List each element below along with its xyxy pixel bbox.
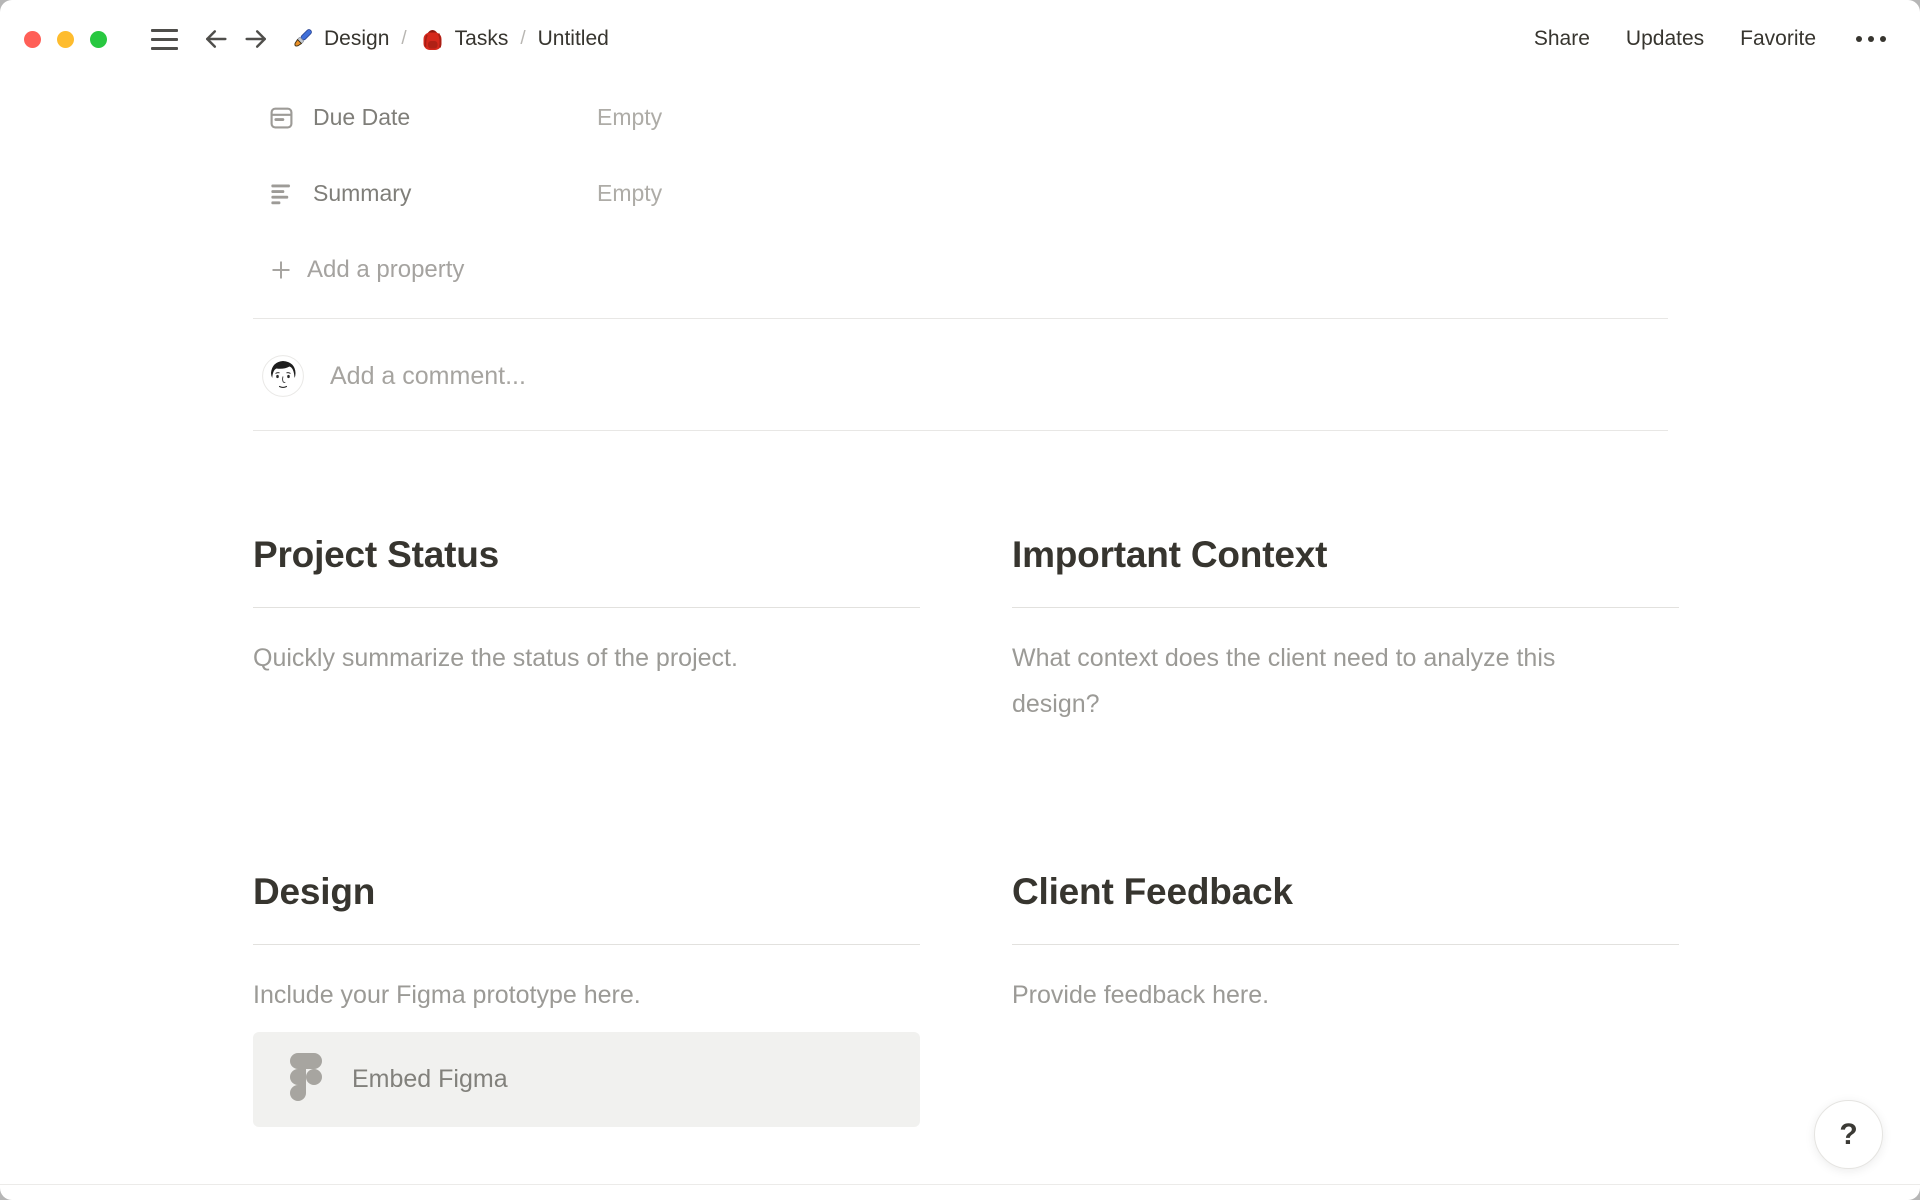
section-project-status: Project Status Quickly summarize the sta…: [253, 533, 920, 681]
property-label: Due Date: [313, 103, 411, 130]
section-important-context: Important Context What context does the …: [1012, 533, 1679, 727]
backpack-icon: [419, 26, 446, 53]
property-row-due-date[interactable]: Due Date Empty: [253, 97, 662, 137]
updates-button[interactable]: Updates: [1626, 27, 1704, 51]
section-body[interactable]: What context does the client need to ana…: [1012, 635, 1557, 727]
forward-icon[interactable]: [242, 25, 270, 53]
share-button[interactable]: Share: [1534, 27, 1590, 51]
breadcrumb-item-untitled[interactable]: Untitled: [538, 27, 609, 51]
favorite-button[interactable]: Favorite: [1740, 27, 1816, 51]
section-client-feedback: Client Feedback Provide feedback here.: [1012, 870, 1679, 1018]
paintbrush-icon: [288, 26, 315, 53]
divider: [253, 430, 1668, 431]
section-divider: [1012, 607, 1679, 608]
zoom-window-button[interactable]: [90, 30, 107, 48]
back-icon[interactable]: [202, 25, 230, 53]
section-body[interactable]: Include your Figma prototype here.: [253, 972, 798, 1018]
breadcrumb-separator: /: [401, 28, 407, 49]
topbar-actions: Share Updates Favorite: [1534, 27, 1890, 51]
embed-figma-label: Embed Figma: [352, 1065, 508, 1093]
breadcrumb-item-design[interactable]: Design: [288, 26, 389, 53]
embed-figma-button[interactable]: Embed Figma: [253, 1032, 920, 1127]
breadcrumb-label: Tasks: [454, 27, 509, 50]
section-body[interactable]: Provide feedback here.: [1012, 972, 1557, 1018]
add-property-button[interactable]: Add a property: [253, 251, 464, 289]
comment-row: [253, 353, 1232, 399]
section-design: Design Include your Figma prototype here…: [253, 870, 920, 1127]
breadcrumb-label: Design: [324, 27, 390, 50]
add-comment-input[interactable]: [328, 360, 1232, 392]
breadcrumb: Design / Tasks / Untitled: [288, 26, 609, 53]
minimize-window-button[interactable]: [57, 30, 74, 48]
section-divider: [1012, 944, 1679, 945]
divider: [253, 318, 1668, 319]
figma-icon: [290, 1053, 322, 1106]
align-left-icon: [268, 180, 295, 207]
notion-window: Design / Tasks / Untitled Share Updates …: [0, 0, 1920, 1200]
section-title[interactable]: Client Feedback: [1012, 870, 1679, 914]
breadcrumb-separator: /: [520, 28, 526, 49]
section-title[interactable]: Design: [253, 870, 920, 914]
close-window-button[interactable]: [24, 30, 41, 48]
ellipsis-menu-icon[interactable]: [1852, 32, 1890, 46]
section-title[interactable]: Project Status: [253, 533, 920, 577]
calendar-icon: [268, 104, 295, 131]
top-bar: Design / Tasks / Untitled Share Updates …: [0, 10, 1920, 68]
property-value[interactable]: Empty: [597, 104, 662, 131]
window-controls: [24, 30, 107, 48]
sidebar-toggle-icon[interactable]: [151, 28, 178, 50]
section-divider: [253, 607, 920, 608]
section-title[interactable]: Important Context: [1012, 533, 1679, 577]
user-avatar: [262, 355, 304, 397]
section-divider: [253, 944, 920, 945]
add-property-label: Add a property: [307, 256, 465, 283]
property-label: Summary: [313, 179, 412, 206]
property-value[interactable]: Empty: [597, 180, 662, 207]
breadcrumb-item-tasks[interactable]: Tasks: [419, 26, 509, 53]
plus-icon: [269, 258, 293, 282]
divider: [0, 1184, 1920, 1185]
property-row-summary[interactable]: Summary Empty: [253, 173, 662, 213]
help-button[interactable]: ?: [1814, 1100, 1883, 1169]
breadcrumb-label: Untitled: [537, 27, 609, 50]
help-label: ?: [1839, 1117, 1858, 1151]
section-body[interactable]: Quickly summarize the status of the proj…: [253, 635, 798, 681]
